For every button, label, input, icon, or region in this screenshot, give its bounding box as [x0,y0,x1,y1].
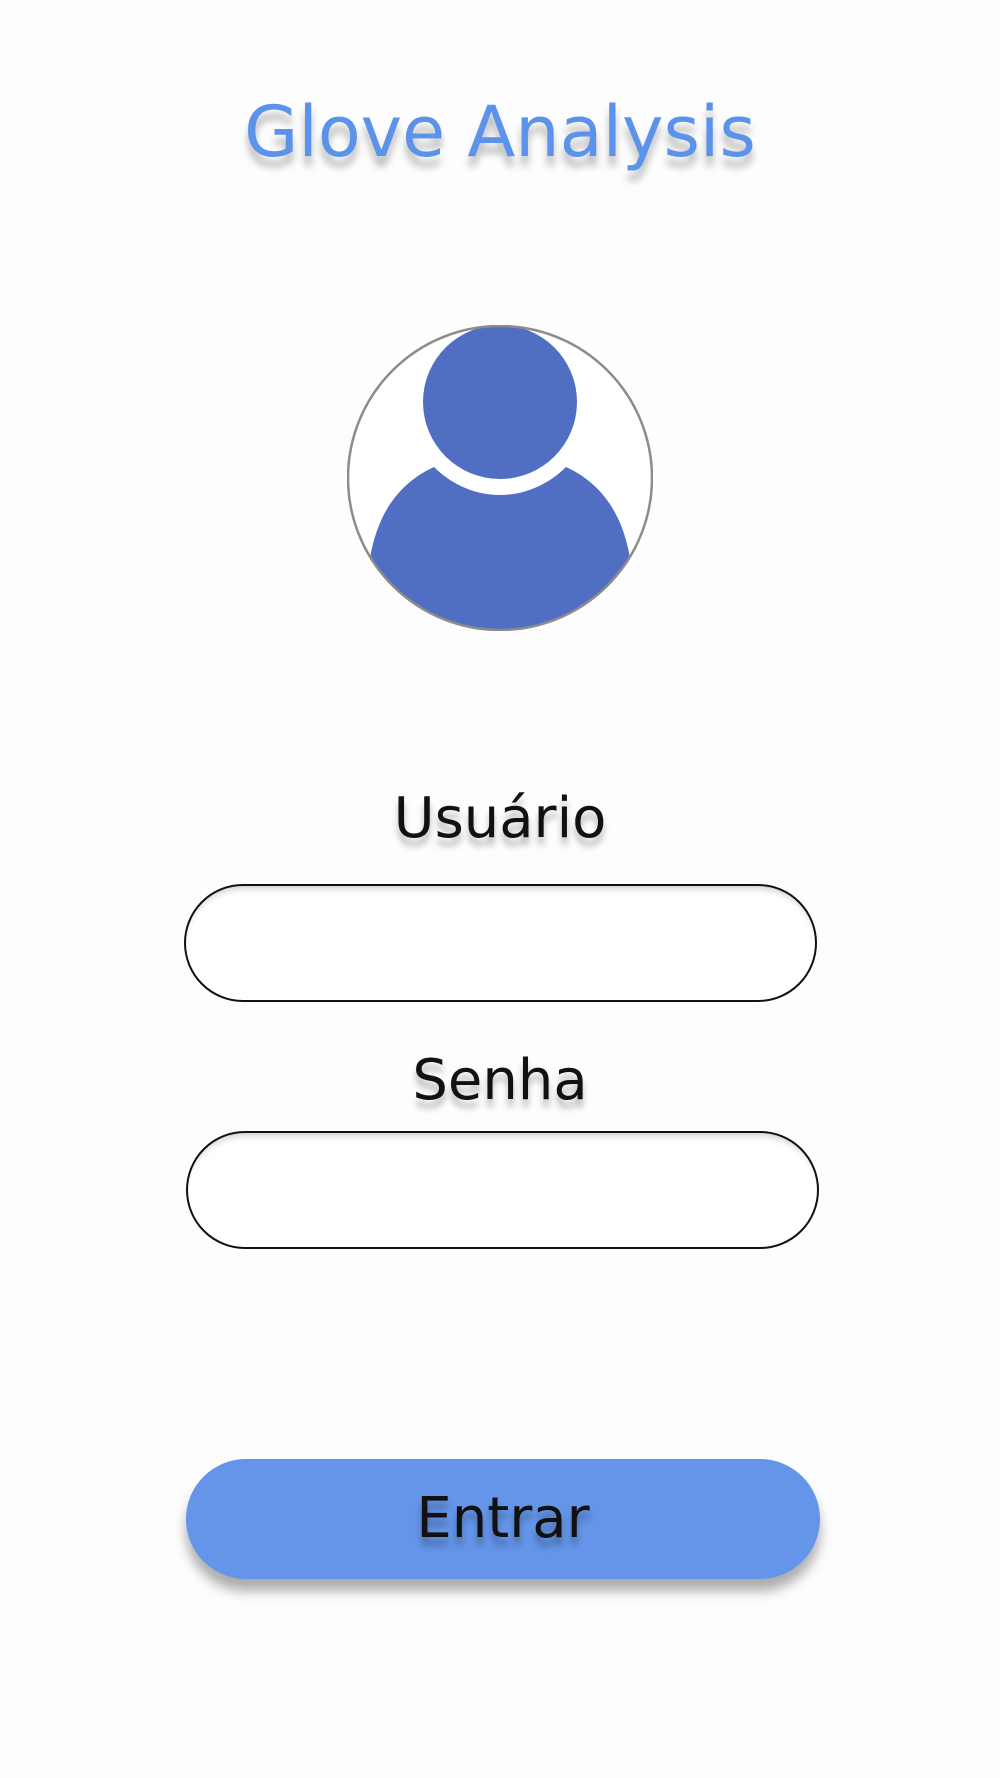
password-label: Senha [412,1048,588,1113]
username-input[interactable] [184,884,817,1002]
password-input[interactable] [186,1131,819,1249]
avatar-graphic [347,325,653,631]
avatar-head [423,326,577,479]
user-avatar-icon [347,325,653,631]
app-title: Glove Analysis [244,91,756,173]
login-button[interactable]: Entrar [186,1459,820,1579]
username-label: Usuário [393,786,607,851]
